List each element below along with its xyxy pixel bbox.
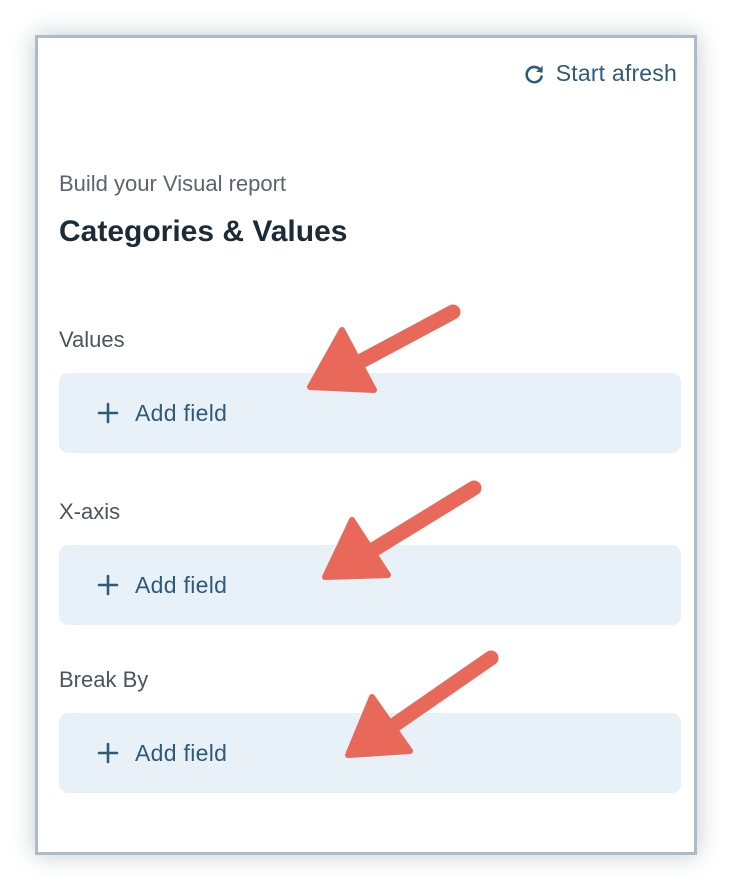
add-field-label: Add field [135, 739, 228, 766]
add-field-label: Add field [135, 571, 228, 598]
report-builder-panel: Start afresh Build your Visual report Ca… [35, 35, 697, 855]
values-section-label: Values [59, 327, 125, 352]
screenshot-stage: Start afresh Build your Visual report Ca… [0, 0, 736, 894]
break-by-section-label: Break By [59, 667, 149, 692]
add-field-label: Add field [135, 399, 228, 426]
start-afresh-button[interactable]: Start afresh [522, 60, 677, 87]
page-title: Categories & Values [59, 215, 348, 248]
report-subtitle: Build your Visual report [59, 171, 287, 196]
plus-icon [97, 402, 119, 424]
break-by-add-field-button[interactable]: Add field [59, 713, 681, 793]
plus-icon [97, 574, 119, 596]
x-axis-section-label: X-axis [59, 499, 121, 524]
plus-icon [97, 742, 119, 764]
x-axis-add-field-button[interactable]: Add field [59, 545, 681, 625]
values-add-field-button[interactable]: Add field [59, 373, 681, 453]
refresh-icon [522, 62, 546, 86]
start-afresh-label: Start afresh [555, 60, 677, 86]
